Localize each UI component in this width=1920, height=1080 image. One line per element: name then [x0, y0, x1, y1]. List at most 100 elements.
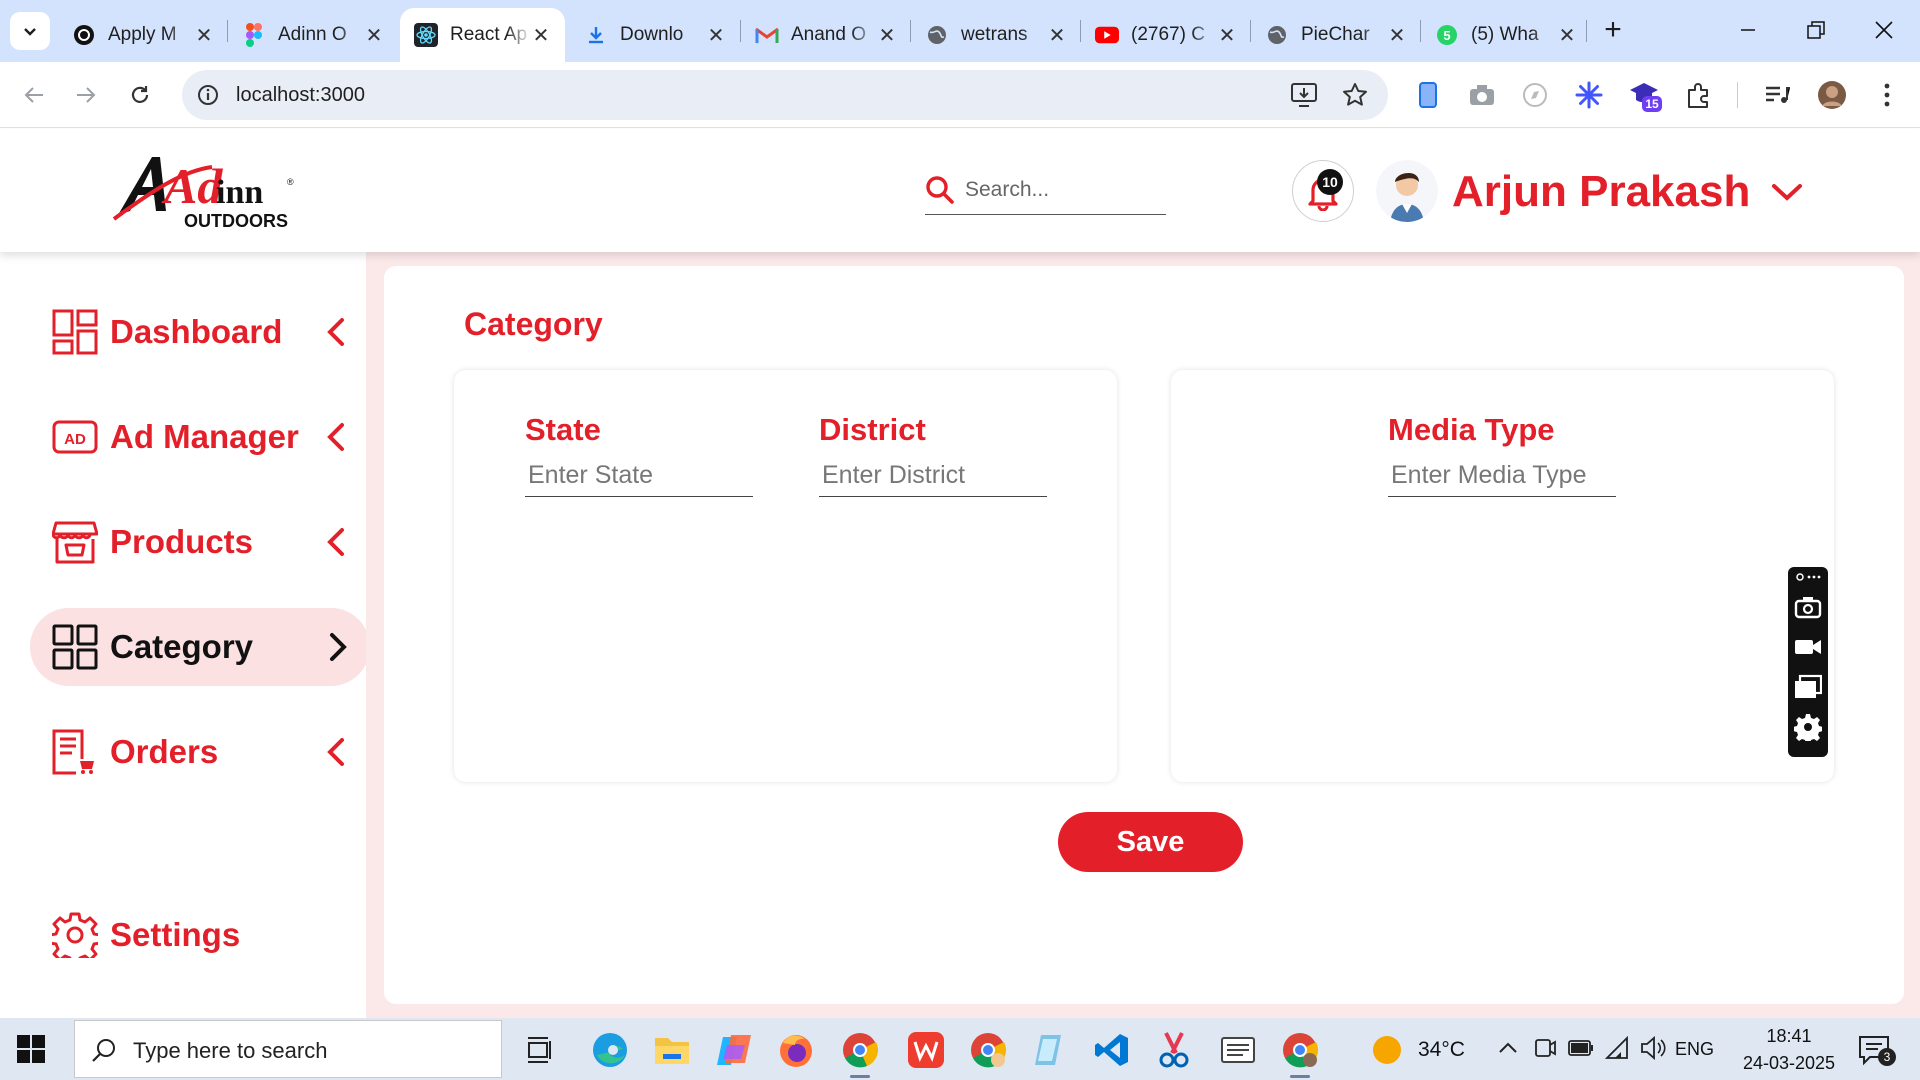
tab-title: (2767) C — [1131, 24, 1205, 45]
action-center-icon[interactable]: 3 — [1858, 1034, 1896, 1066]
windows-logo-icon — [17, 1035, 45, 1063]
browser-tab[interactable]: Anand O ✕ — [741, 8, 911, 62]
browser-tab-active[interactable]: React Ap ✕ — [400, 8, 565, 62]
close-tab-icon[interactable]: ✕ — [194, 23, 214, 48]
tab-search-button[interactable] — [10, 12, 50, 50]
url-text[interactable]: localhost:3000 — [236, 84, 365, 107]
notepad-icon[interactable] — [1216, 1028, 1260, 1072]
browser-tab[interactable]: Adinn O ✕ — [228, 8, 398, 62]
avatar[interactable] — [1376, 160, 1438, 222]
screenshot-camera-icon[interactable] — [1794, 593, 1822, 621]
state-input[interactable] — [525, 455, 753, 497]
extensions-puzzle-icon[interactable] — [1682, 78, 1716, 112]
bookmark-star-icon[interactable] — [1342, 82, 1368, 108]
chrome-secondary-icon[interactable] — [1278, 1028, 1322, 1078]
close-tab-icon[interactable]: ✕ — [1557, 23, 1577, 48]
save-button[interactable]: Save — [1058, 812, 1243, 872]
taskbar-search-box[interactable]: Type here to search — [74, 1020, 502, 1078]
video-record-icon[interactable] — [1794, 633, 1822, 661]
close-tab-icon[interactable]: ✕ — [877, 23, 897, 48]
address-bar[interactable]: localhost:3000 — [182, 70, 1388, 120]
install-app-icon[interactable] — [1290, 82, 1318, 108]
minimize-icon — [1741, 29, 1755, 31]
user-avatar-icon — [1376, 160, 1438, 222]
chrome-profile-icon[interactable] — [966, 1028, 1010, 1072]
extension-compass-icon[interactable] — [1518, 78, 1552, 112]
weather-temperature[interactable]: 34°C — [1418, 1038, 1465, 1062]
minimize-button[interactable] — [1726, 10, 1770, 50]
capture-more-icon[interactable] — [1794, 569, 1822, 585]
close-window-button[interactable] — [1862, 10, 1906, 50]
browser-tab[interactable]: Apply M ✕ — [58, 8, 228, 62]
browser-tab[interactable]: PieChar ✕ — [1251, 8, 1421, 62]
tab-title: Apply M — [108, 24, 177, 45]
tab-title: React Ap — [450, 24, 528, 45]
battery-icon[interactable] — [1568, 1039, 1594, 1057]
back-button[interactable] — [14, 75, 54, 115]
header-search[interactable] — [925, 169, 1166, 215]
close-tab-icon[interactable]: ✕ — [1387, 23, 1407, 48]
close-tab-icon[interactable]: ✕ — [706, 23, 726, 48]
input-language[interactable]: ENG — [1675, 1039, 1714, 1060]
vscode-icon[interactable] — [1090, 1028, 1134, 1072]
windows-start-button[interactable] — [14, 1032, 48, 1066]
notification-button[interactable]: 10 — [1292, 160, 1354, 222]
wps-office-icon[interactable] — [904, 1028, 948, 1072]
profile-avatar-icon[interactable] — [1815, 78, 1849, 112]
search-input[interactable] — [965, 175, 1155, 205]
reload-button[interactable] — [120, 75, 160, 115]
tab-title: Downlo — [620, 24, 684, 45]
file-explorer-icon[interactable] — [650, 1028, 694, 1072]
sidebar-item-settings[interactable]: Settings — [30, 896, 370, 974]
task-view-icon[interactable] — [518, 1028, 562, 1072]
new-tab-button[interactable]: + — [1596, 14, 1630, 48]
snipping-tool-icon[interactable] — [1152, 1028, 1196, 1072]
close-tab-icon[interactable]: ✕ — [531, 23, 551, 48]
wifi-icon[interactable] — [1605, 1036, 1631, 1060]
react-icon — [414, 23, 438, 47]
media-controls-icon[interactable] — [1760, 78, 1794, 112]
weather-sun-icon[interactable] — [1372, 1035, 1402, 1065]
copilot-icon[interactable] — [712, 1028, 756, 1072]
restore-button[interactable] — [1794, 10, 1838, 50]
sidebar-item-category[interactable]: Category — [30, 608, 370, 686]
figma-icon — [242, 23, 266, 47]
clock-date[interactable]: 24-03-2025 — [1730, 1053, 1848, 1074]
extension-camera-icon[interactable] — [1465, 78, 1499, 112]
meet-now-icon[interactable] — [1534, 1036, 1556, 1060]
forward-button[interactable] — [66, 75, 106, 115]
media-type-input[interactable] — [1388, 455, 1616, 497]
window-capture-icon[interactable] — [1794, 673, 1822, 701]
district-input[interactable] — [819, 455, 1047, 497]
edge-browser-icon[interactable] — [588, 1028, 632, 1072]
browser-tab[interactable]: Downlo ✕ — [570, 8, 740, 62]
browser-tab[interactable]: 5 (5) Wha ✕ — [1421, 8, 1591, 62]
media-type-form-card: Media Type — [1171, 370, 1834, 782]
sidebar-item-products[interactable]: Products — [30, 503, 370, 581]
browser-tab[interactable]: wetrans ✕ — [911, 8, 1081, 62]
sidebar-item-orders[interactable]: Orders — [30, 713, 370, 791]
firefox-icon[interactable] — [774, 1028, 818, 1072]
site-info-icon[interactable] — [196, 83, 220, 107]
adinn-logo[interactable]: Ad inn ® OUTDOORS — [112, 151, 312, 233]
extension-phone-icon[interactable] — [1411, 78, 1445, 112]
extension-snowflake-icon[interactable] — [1572, 78, 1606, 112]
sidebar-item-dashboard[interactable]: Dashboard — [30, 293, 370, 371]
close-tab-icon[interactable]: ✕ — [1217, 23, 1237, 48]
close-tab-icon[interactable]: ✕ — [364, 23, 384, 48]
browser-tab[interactable]: (2767) C ✕ — [1081, 8, 1251, 62]
notes-app-icon[interactable] — [1028, 1028, 1072, 1072]
user-name[interactable]: Arjun Prakash — [1452, 167, 1750, 217]
volume-icon[interactable] — [1640, 1036, 1666, 1060]
show-hidden-icons-chevron-up-icon[interactable] — [1497, 1038, 1519, 1058]
tab-title: Adinn O — [278, 24, 347, 45]
restore-icon — [1807, 21, 1825, 39]
chrome-menu-icon[interactable] — [1870, 78, 1904, 112]
close-tab-icon[interactable]: ✕ — [1047, 23, 1067, 48]
capture-settings-gear-icon[interactable] — [1794, 713, 1822, 741]
user-menu-chevron-down-icon[interactable] — [1770, 181, 1804, 203]
clock-time[interactable]: 18:41 — [1748, 1026, 1830, 1047]
chrome-icon[interactable] — [838, 1028, 882, 1078]
sidebar-item-ad-manager[interactable]: AD Ad Manager — [30, 398, 370, 476]
extension-graduation-icon[interactable]: 15 — [1628, 78, 1662, 112]
